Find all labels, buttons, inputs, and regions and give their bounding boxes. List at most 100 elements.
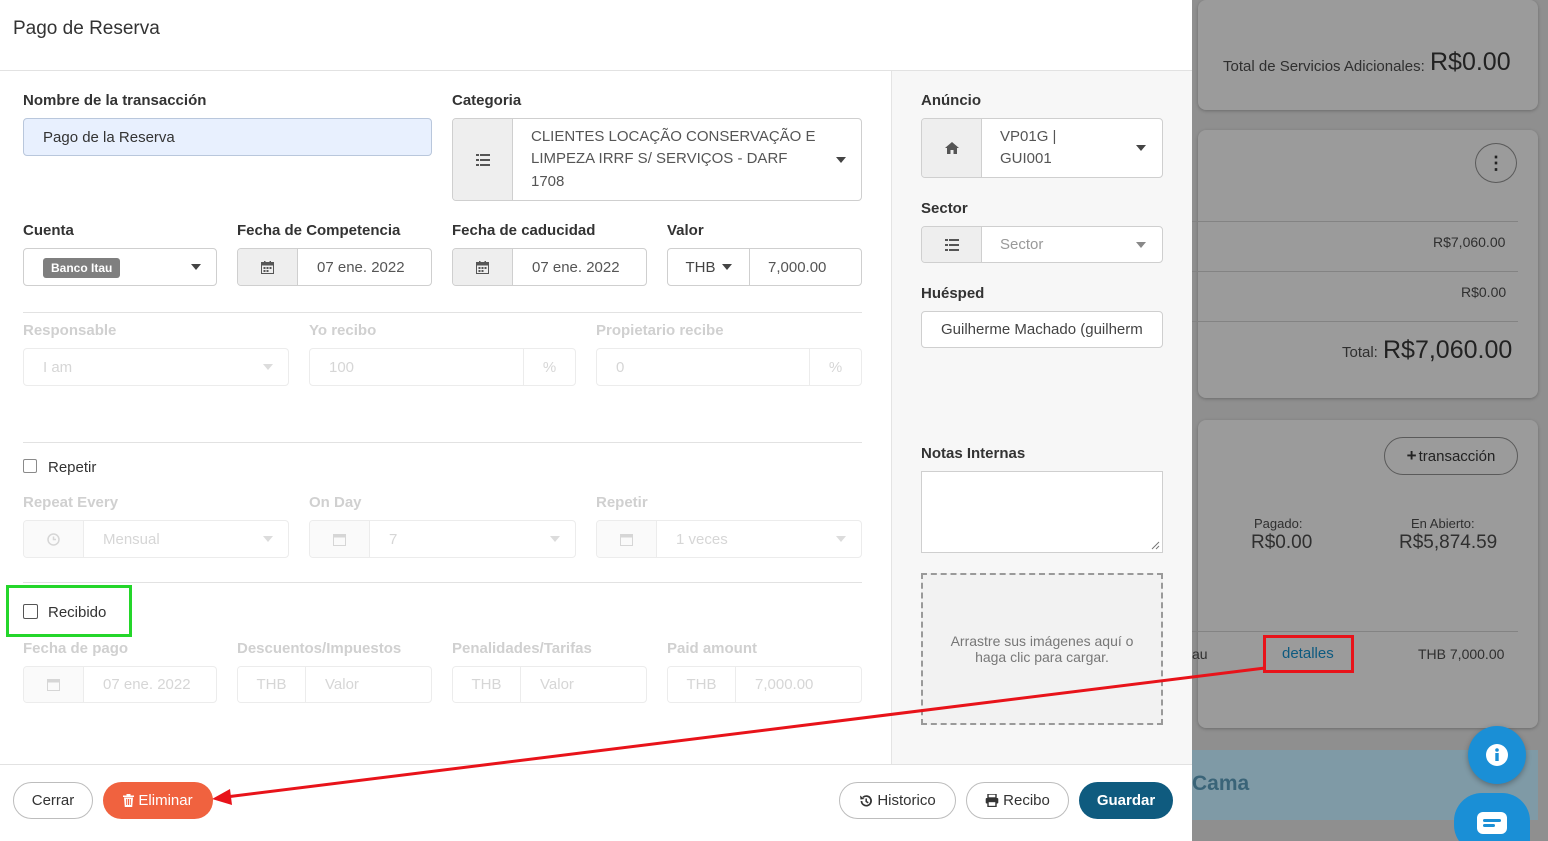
trash-icon xyxy=(123,794,135,807)
servicios-label: Total de Servicios Adicionales: xyxy=(1223,58,1425,75)
historico-button[interactable]: Historico xyxy=(839,782,956,819)
row2-value: R$0.00 xyxy=(1461,284,1507,300)
chevron-down-icon xyxy=(836,156,846,163)
repetir-select[interactable]: 1 veces xyxy=(596,520,862,558)
plus-icon: + xyxy=(1406,446,1417,465)
on-day-label: On Day xyxy=(309,494,362,511)
paid-amount-label: Paid amount xyxy=(667,640,758,657)
cuenta-fragment: au xyxy=(1192,646,1208,662)
total-label: Total: xyxy=(1342,344,1378,361)
cerrar-label: Cerrar xyxy=(31,792,75,809)
valor-value[interactable]: 7,000.00 xyxy=(750,259,861,276)
dropzone-text: Arrastre sus imágenes aquí o haga clic p… xyxy=(950,633,1134,665)
cerrar-button[interactable]: Cerrar xyxy=(13,782,93,819)
penalidades-input[interactable]: THB Valor xyxy=(452,666,647,703)
chevron-down-icon xyxy=(1136,241,1146,248)
propietario-input[interactable]: 0 % xyxy=(596,348,862,386)
cuenta-label: Cuenta xyxy=(23,222,74,239)
valor-input-group: THB 7,000.00 xyxy=(667,248,862,286)
total-value: R$7,060.00 xyxy=(1383,336,1513,364)
percent-addon: % xyxy=(809,349,861,385)
chevron-down-icon xyxy=(721,264,732,270)
huesped-label: Huésped xyxy=(921,285,985,302)
sector-placeholder: Sector xyxy=(1000,236,1044,253)
competencia-value: 07 ene. 2022 xyxy=(317,258,405,276)
sector-select[interactable]: Sector xyxy=(921,226,1163,263)
eliminar-button[interactable]: Eliminar xyxy=(103,782,213,819)
repeat-every-value: Mensual xyxy=(103,530,160,548)
percent-symbol: % xyxy=(542,358,557,376)
print-icon xyxy=(985,794,999,807)
penalidades-placeholder: Valor xyxy=(540,676,574,693)
repetir-label: Repetir xyxy=(596,494,648,511)
calendar-icon xyxy=(597,521,657,557)
paid-amount-input[interactable]: THB 7,000.00 xyxy=(667,666,862,703)
huesped-input[interactable]: Guilherme Machado (guilherm xyxy=(921,311,1163,348)
nombre-label: Nombre de la transacción xyxy=(23,92,207,109)
categoria-line3: 1708 xyxy=(531,172,565,190)
historico-label: Historico xyxy=(877,792,936,809)
on-day-select[interactable]: 7 xyxy=(309,520,576,558)
divider xyxy=(1192,631,1518,632)
categoria-line1: CLIENTES LOCAÇÃO CONSERVAÇÃO E xyxy=(531,127,816,145)
anuncio-line2: GUI001 xyxy=(1000,150,1052,167)
repetir-checkbox[interactable] xyxy=(23,459,37,473)
calendar-icon xyxy=(24,667,84,702)
valor-label: Valor xyxy=(667,222,704,239)
divider xyxy=(23,582,862,583)
anuncio-select[interactable]: VP01G | GUI001 xyxy=(921,118,1163,178)
eliminar-label: Eliminar xyxy=(138,792,193,809)
repeat-every-label: Repeat Every xyxy=(23,494,119,511)
info-button[interactable] xyxy=(1468,726,1526,784)
descuentos-input[interactable]: THB Valor xyxy=(237,666,432,703)
chevron-down-icon xyxy=(263,364,273,370)
descuentos-placeholder: Valor xyxy=(325,676,359,693)
currency-value: THB xyxy=(685,258,716,276)
servicios-value: R$0.00 xyxy=(1430,48,1511,76)
caducidad-label: Fecha de caducidad xyxy=(452,222,596,239)
transaction-name-input[interactable]: Pago de la Reserva xyxy=(23,118,432,156)
list-icon xyxy=(453,119,513,200)
more-options-button[interactable]: ⋮ xyxy=(1475,143,1517,183)
abierto-label: En Abierto: xyxy=(1411,516,1475,531)
on-day-value: 7 xyxy=(389,530,398,548)
chevron-down-icon xyxy=(191,264,201,270)
competencia-date-input[interactable]: 07 ene. 2022 xyxy=(237,248,432,286)
chat-button[interactable] xyxy=(1454,793,1530,841)
yo-recibo-input[interactable]: 100 % xyxy=(309,348,576,386)
caducidad-date-input[interactable]: 07 ene. 2022 xyxy=(452,248,647,286)
image-dropzone[interactable]: Arrastre sus imágenes aquí o haga clic p… xyxy=(921,573,1163,725)
huesped-value: Guilherme Machado (guilherm xyxy=(941,321,1143,338)
chevron-down-icon xyxy=(550,536,560,542)
currency-addon: THB xyxy=(668,667,736,702)
cama-label: Cama xyxy=(1192,772,1250,795)
fecha-pago-input[interactable]: 07 ene. 2022 xyxy=(23,666,217,703)
add-transaction-button[interactable]: + transacción xyxy=(1384,437,1518,475)
fecha-pago-label: Fecha de pago xyxy=(23,640,129,657)
cuenta-select[interactable]: Banco Itau xyxy=(23,248,217,286)
categoria-select[interactable]: CLIENTES LOCAÇÃO CONSERVAÇÃO E LIMPEZA I… xyxy=(452,118,862,201)
chevron-down-icon xyxy=(1136,145,1146,151)
descuentos-label: Descuentos/Impuestos xyxy=(237,640,402,657)
resize-handle-icon[interactable] xyxy=(1151,541,1160,550)
guardar-button[interactable]: Guardar xyxy=(1079,782,1173,819)
recibo-button[interactable]: Recibo xyxy=(966,782,1069,819)
abierto-value: R$5,874.59 xyxy=(1399,532,1498,553)
account-badge: Banco Itau xyxy=(43,257,121,278)
chevron-down-icon xyxy=(263,536,273,542)
info-icon xyxy=(1486,744,1508,766)
repeat-every-select[interactable]: Mensual xyxy=(23,520,289,558)
modal-header: Pago de Reserva xyxy=(0,0,1192,71)
currency-dropdown[interactable]: THB xyxy=(668,249,750,285)
detalles-highlight xyxy=(1263,635,1354,673)
vertical-dots-icon: ⋮ xyxy=(1487,153,1505,173)
responsable-select[interactable]: I am xyxy=(23,348,289,386)
anuncio-line1: VP01G | xyxy=(1000,128,1057,145)
amount-value: THB 7,000.00 xyxy=(1418,646,1505,662)
clock-icon xyxy=(24,521,84,557)
descuentos-currency: THB xyxy=(256,676,287,693)
notas-label: Notas Internas xyxy=(921,445,1026,462)
notas-textarea[interactable] xyxy=(921,471,1163,553)
pagado-label: Pagado: xyxy=(1254,516,1303,531)
paid-amount-value: 7,000.00 xyxy=(755,676,814,693)
